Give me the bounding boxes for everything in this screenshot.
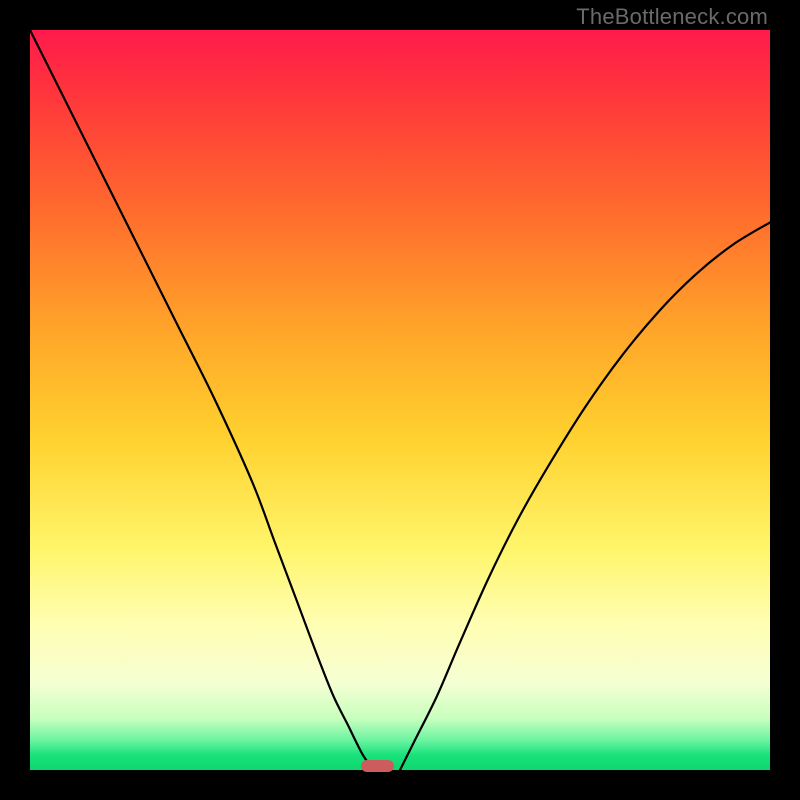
curve-layer <box>30 30 770 770</box>
watermark-text: TheBottleneck.com <box>576 4 768 30</box>
right-branch-curve <box>400 222 770 770</box>
left-branch-curve <box>30 30 374 770</box>
optimal-marker <box>361 760 394 772</box>
outer-frame: TheBottleneck.com <box>0 0 800 800</box>
